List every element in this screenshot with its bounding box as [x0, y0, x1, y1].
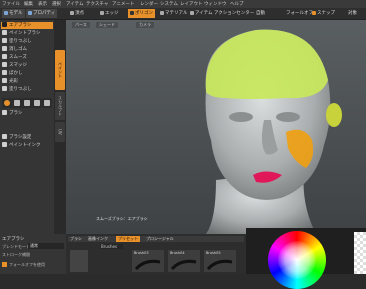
airbrush-icon: [2, 22, 7, 27]
material-icon: [160, 10, 164, 15]
mode-tab-model[interactable]: モデル: [2, 9, 25, 18]
viewport-status-text: スムーズブラシ：エアブラシ: [96, 216, 148, 221]
tab-paint[interactable]: ペイント: [55, 50, 65, 90]
tool-paintbrush[interactable]: ペイントブラシ: [1, 30, 53, 37]
brush-tip-icon[interactable]: [24, 100, 30, 106]
brush-item[interactable]: Brush04: [168, 250, 200, 272]
menu-item[interactable]: 表示: [38, 1, 47, 7]
brush-tip-icon[interactable]: [14, 100, 20, 106]
fill-icon: [2, 86, 7, 91]
tool-smooth[interactable]: スムーズ: [1, 54, 53, 61]
smooth-icon: [2, 54, 7, 59]
tool-eraser[interactable]: 消しゴム: [1, 46, 53, 53]
brush-tip-icon[interactable]: [34, 100, 40, 106]
3d-viewport[interactable]: パース シェード カメラ スムーズブラシ：エアブラシ: [66, 20, 366, 234]
tool-panel: エアブラシ ペイントブラシ 塗りつぶし 消しゴム スムーズ スマッジ ぼかし 光…: [0, 20, 54, 234]
brush-item[interactable]: Brush03: [132, 250, 164, 272]
menu-item[interactable]: アイテム: [66, 1, 84, 7]
brush-tip-icon[interactable]: [4, 100, 10, 106]
brush-browser: ブラシ 画像インク プリセット プロシージャル Brushes Brush03 …: [66, 234, 246, 274]
panel-title: エアブラシ: [2, 237, 25, 242]
menu-item[interactable]: ファイル: [2, 1, 20, 7]
falloff-label: フォールオフを使用: [9, 262, 45, 267]
color-picker-panel: [246, 228, 366, 289]
tool-brush[interactable]: ブラシ: [1, 110, 53, 117]
brush-stroke-preview: [135, 259, 161, 271]
brush-stroke-preview: [171, 259, 197, 271]
tab-procedural[interactable]: プロシージャル: [146, 236, 174, 242]
tab-uv[interactable]: UV: [55, 122, 65, 142]
item-icon: [190, 10, 194, 15]
head-model: [205, 29, 342, 234]
color-wheel[interactable]: [268, 231, 326, 289]
paint-ink-item[interactable]: ペイントインク: [1, 142, 53, 149]
tool-fill-2[interactable]: 塗りつぶし: [1, 86, 53, 93]
brush-item-label: Brush04: [170, 251, 185, 255]
brush-tip-icon[interactable]: [44, 100, 50, 106]
mode-tab-properties[interactable]: プロパティ: [26, 9, 58, 18]
target-button[interactable]: 対象: [346, 9, 359, 18]
blur-icon: [2, 70, 7, 75]
paintbrush-icon: [2, 30, 7, 35]
vertex-button[interactable]: 頂点: [68, 9, 86, 18]
menu-item[interactable]: レンダー: [140, 1, 158, 7]
auto-dropdown[interactable]: 自動: [254, 9, 267, 18]
brush-icon: [2, 110, 7, 115]
model-icon: [4, 10, 8, 15]
menu-item[interactable]: ヘルプ: [230, 1, 244, 7]
edge-button[interactable]: エッジ: [98, 9, 121, 18]
menu-item[interactable]: 編集: [24, 1, 33, 7]
glow-icon: [2, 78, 7, 83]
tool-smudge[interactable]: スマッジ: [1, 62, 53, 69]
brush-properties-panel: エアブラシ ブレンドモード 通常 ストローク補間 フォールオフを使用: [0, 234, 66, 274]
brush-stroke-preview: [207, 259, 233, 271]
vertex-icon: [70, 10, 74, 15]
properties-icon: [28, 10, 32, 15]
polygon-button[interactable]: ポリゴン: [128, 9, 155, 18]
polygon-icon: [130, 10, 134, 15]
blend-mode-select[interactable]: 通常: [28, 243, 64, 249]
menu-item[interactable]: レイアウト: [180, 1, 203, 7]
tab-sculpt[interactable]: スカルプト: [55, 92, 65, 120]
color-wheel-center: [278, 241, 316, 279]
brush-settings-item[interactable]: ブラシ設定: [1, 134, 53, 141]
brush-browser-tabs: ブラシ 画像インク プリセット プロシージャル: [68, 236, 244, 242]
toolbar: モデル プロパティ 頂点 エッジ ポリゴン マテリアル アイテム アクションセン…: [0, 8, 366, 20]
menu-item[interactable]: テクスチャ: [86, 1, 108, 7]
snap-icon: [312, 10, 316, 15]
edge-icon: [100, 10, 104, 15]
ink-icon: [2, 142, 7, 147]
tool-fill[interactable]: 塗りつぶし: [1, 38, 53, 45]
material-button[interactable]: マテリアル: [158, 9, 189, 18]
falloff-checkbox[interactable]: [2, 262, 7, 267]
menu-item[interactable]: 選択: [52, 1, 61, 7]
snap-button[interactable]: スナップ: [310, 9, 337, 18]
tool-glow[interactable]: 光彩: [1, 78, 53, 85]
vertical-tab-strip: ペイント スカルプト UV: [54, 20, 66, 234]
tab-presets[interactable]: プリセット: [116, 236, 140, 242]
menu-item[interactable]: ウィンドウ: [204, 1, 227, 7]
tab-brushes[interactable]: ブラシ: [70, 236, 82, 242]
brush-item-label: Brush05: [206, 251, 221, 255]
brush-item[interactable]: Brush05: [204, 250, 236, 272]
brush-item-label: Brush03: [134, 251, 149, 255]
brush-folder[interactable]: [70, 250, 88, 272]
fill-icon: [2, 38, 7, 43]
action-center-button[interactable]: アクションセンター: [212, 9, 256, 18]
settings-icon: [2, 134, 7, 139]
eraser-icon: [2, 46, 7, 51]
tool-blur[interactable]: ぼかし: [1, 70, 53, 77]
tool-airbrush[interactable]: エアブラシ: [1, 22, 53, 29]
menu-item[interactable]: システム: [160, 1, 178, 7]
alpha-swatch[interactable]: [354, 232, 366, 274]
item-button[interactable]: アイテム: [188, 9, 215, 18]
blend-mode-label: ブレンドモード: [2, 244, 30, 249]
brush-filter-dropdown[interactable]: Brushes: [100, 244, 123, 249]
brush-tip-row: [2, 98, 52, 108]
menu-item[interactable]: アニメート: [112, 1, 134, 7]
stroke-interp-label: ストローク補間: [2, 252, 30, 257]
tab-image-ink[interactable]: 画像インク: [88, 236, 108, 242]
menu-bar: ファイル 編集 表示 選択 アイテム テクスチャ アニメート レンダー システム…: [0, 0, 366, 8]
smudge-icon: [2, 62, 7, 67]
